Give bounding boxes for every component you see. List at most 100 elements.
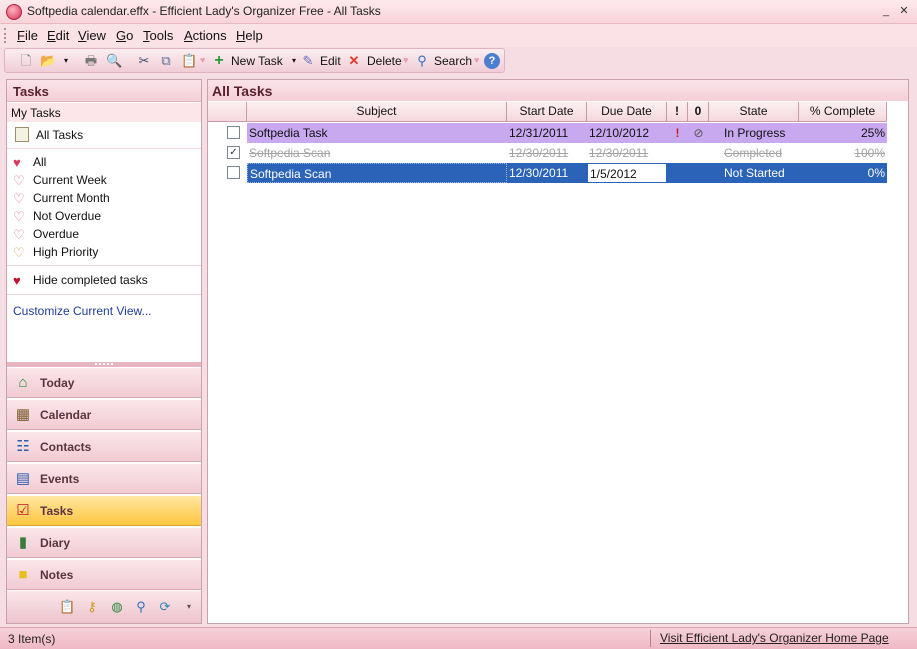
print-icon[interactable]: 🖶: [83, 53, 99, 69]
add-icon[interactable]: +: [211, 53, 227, 69]
cell-subject: Softpedia Scan: [249, 146, 331, 160]
menu-file[interactable]: File: [17, 28, 38, 43]
cell-start-date: 12/30/2011: [509, 146, 569, 160]
nav-calendar[interactable]: ▦ Calendar: [7, 399, 201, 430]
search-icon[interactable]: ⚲: [414, 53, 430, 69]
open-dropdown-icon[interactable]: ▾: [58, 53, 74, 69]
cell-state: Completed: [724, 146, 783, 160]
page-title: All Tasks: [208, 80, 908, 101]
nav-notes[interactable]: ■ Notes: [7, 559, 201, 590]
menu-actions[interactable]: Actions: [184, 28, 227, 43]
heart-outline-icon: ♡: [13, 227, 25, 242]
new-document-icon[interactable]: 🗋: [18, 53, 34, 69]
title-bar: Softpedia calendar.effx - Efficient Lady…: [0, 0, 917, 24]
delete-button[interactable]: Delete: [367, 54, 402, 68]
toolbar-separator-heart: ♥: [200, 55, 206, 65]
cell-complete: 25%: [799, 123, 887, 143]
heart-orange-icon: ♡: [13, 245, 25, 260]
diary-icon: ▮: [18, 534, 28, 551]
cut-icon[interactable]: ✂: [136, 53, 152, 69]
column-header-check[interactable]: [208, 102, 247, 122]
column-header-attachment[interactable]: 0: [688, 102, 709, 122]
cell-complete: 0%: [799, 163, 887, 183]
menu-view[interactable]: View: [78, 28, 106, 43]
close-icon[interactable]: ✕: [896, 3, 912, 19]
cell-attachment: [688, 163, 709, 183]
high-priority-icon: !: [667, 123, 688, 143]
row-checkbox[interactable]: [227, 126, 240, 139]
menu-edit[interactable]: Edit: [47, 28, 69, 43]
cell-start-date: 12/30/2011: [507, 163, 587, 183]
clipboard-shortcut-icon[interactable]: 📋: [59, 599, 75, 615]
heart-outline-icon: ♡: [13, 191, 25, 206]
attachment-icon: ⊘: [688, 123, 709, 143]
column-header-priority[interactable]: !: [667, 102, 688, 122]
new-task-button[interactable]: New Task: [231, 54, 283, 68]
column-header-subject[interactable]: Subject: [247, 102, 507, 122]
divider: [7, 265, 201, 266]
nav-today[interactable]: ⌂ Today: [7, 367, 201, 398]
splitter-grip: [95, 363, 113, 365]
cell-complete: 100%: [854, 146, 885, 160]
minimize-icon[interactable]: _: [878, 3, 894, 19]
customize-view-link[interactable]: Customize Current View...: [13, 304, 152, 318]
toolbar: 🗋 📂 ▾ 🖶 🔍 ✂ ⧉ 📋 ♥ + New Task ▾ ✎ Edit ✕ …: [4, 48, 505, 73]
heart-outline-icon: ♡: [13, 209, 25, 224]
menu-go[interactable]: Go: [116, 28, 133, 43]
edit-button[interactable]: Edit: [320, 54, 341, 68]
row-checkbox-checked[interactable]: ✓: [227, 146, 240, 159]
key-shortcut-icon[interactable]: ⚷: [84, 599, 100, 615]
menu-bar: File Edit View Go Tools Actions Help: [0, 24, 917, 47]
my-tasks-section: My Tasks: [7, 103, 201, 122]
globe-shortcut-icon[interactable]: ◍: [109, 599, 125, 615]
status-bar: 3 Item(s) Visit Efficient Lady's Organiz…: [0, 627, 917, 649]
calendar-icon: ▦: [15, 406, 31, 423]
heart-outline-icon: ♡: [13, 173, 25, 188]
cell-start-date: 12/31/2011: [507, 123, 587, 143]
all-tasks-folder[interactable]: All Tasks: [13, 125, 193, 145]
column-header-start-date[interactable]: Start Date: [507, 102, 587, 122]
cell-priority: [667, 163, 688, 183]
nav-events[interactable]: ▤ Events: [7, 463, 201, 494]
table-row[interactable]: Softpedia Task 12/31/2011 12/10/2012 ! ⊘…: [208, 123, 888, 143]
open-folder-icon[interactable]: 📂: [40, 53, 56, 69]
column-header-complete[interactable]: % Complete: [799, 102, 887, 122]
toolbar-separator-heart: ♥: [403, 55, 409, 65]
nav-contacts[interactable]: ☷ Contacts: [7, 431, 201, 462]
chevron-down-icon[interactable]: ▾: [181, 599, 197, 615]
task-grid-header: Subject Start Date Due Date ! 0 State % …: [208, 102, 888, 122]
sync-shortcut-icon[interactable]: ⟳: [157, 599, 173, 615]
menu-grip: [4, 28, 8, 43]
nav-shortcuts-bar: 📋 ⚷ ◍ ⚲ ⟳ ▾: [7, 591, 201, 623]
copy-icon[interactable]: ⧉: [158, 53, 174, 69]
left-panel-title: Tasks: [7, 80, 201, 102]
row-checkbox[interactable]: [227, 166, 240, 179]
heart-icon: ♥: [13, 155, 21, 170]
search-button[interactable]: Search: [434, 54, 472, 68]
cell-state: Not Started: [709, 163, 799, 183]
home-page-link[interactable]: Visit Efficient Lady's Organizer Home Pa…: [660, 631, 889, 645]
table-row[interactable]: ✓ Softpedia Scan 12/30/2011 12/30/2011 C…: [208, 143, 888, 163]
column-header-due-date[interactable]: Due Date: [587, 102, 667, 122]
table-row-selected[interactable]: Softpedia Scan 12/30/2011 1/5/2012 Not S…: [208, 163, 888, 183]
item-count: 3 Item(s): [8, 632, 56, 646]
cell-due-date[interactable]: 1/5/2012: [587, 163, 667, 183]
menu-help[interactable]: Help: [236, 28, 263, 43]
delete-x-icon[interactable]: ✕: [346, 53, 362, 69]
contacts-icon: ☷: [16, 438, 30, 455]
task-list-icon: [15, 127, 29, 142]
edit-pencil-icon[interactable]: ✎: [300, 53, 316, 69]
home-icon: ⌂: [18, 374, 28, 391]
help-icon[interactable]: ?: [484, 53, 500, 69]
nav-diary[interactable]: ▮ Diary: [7, 527, 201, 558]
events-icon: ▤: [15, 470, 31, 487]
menu-tools[interactable]: Tools: [143, 28, 173, 43]
window-title: Softpedia calendar.effx - Efficient Lady…: [27, 4, 381, 18]
status-separator: [650, 630, 651, 647]
search-shortcut-icon[interactable]: ⚲: [133, 599, 149, 615]
column-header-state[interactable]: State: [709, 102, 799, 122]
cell-due-date: 12/30/2011: [589, 146, 649, 160]
paste-icon[interactable]: 📋: [181, 53, 197, 69]
print-preview-icon[interactable]: 🔍: [106, 53, 122, 69]
nav-tasks[interactable]: ☑ Tasks: [7, 495, 201, 526]
